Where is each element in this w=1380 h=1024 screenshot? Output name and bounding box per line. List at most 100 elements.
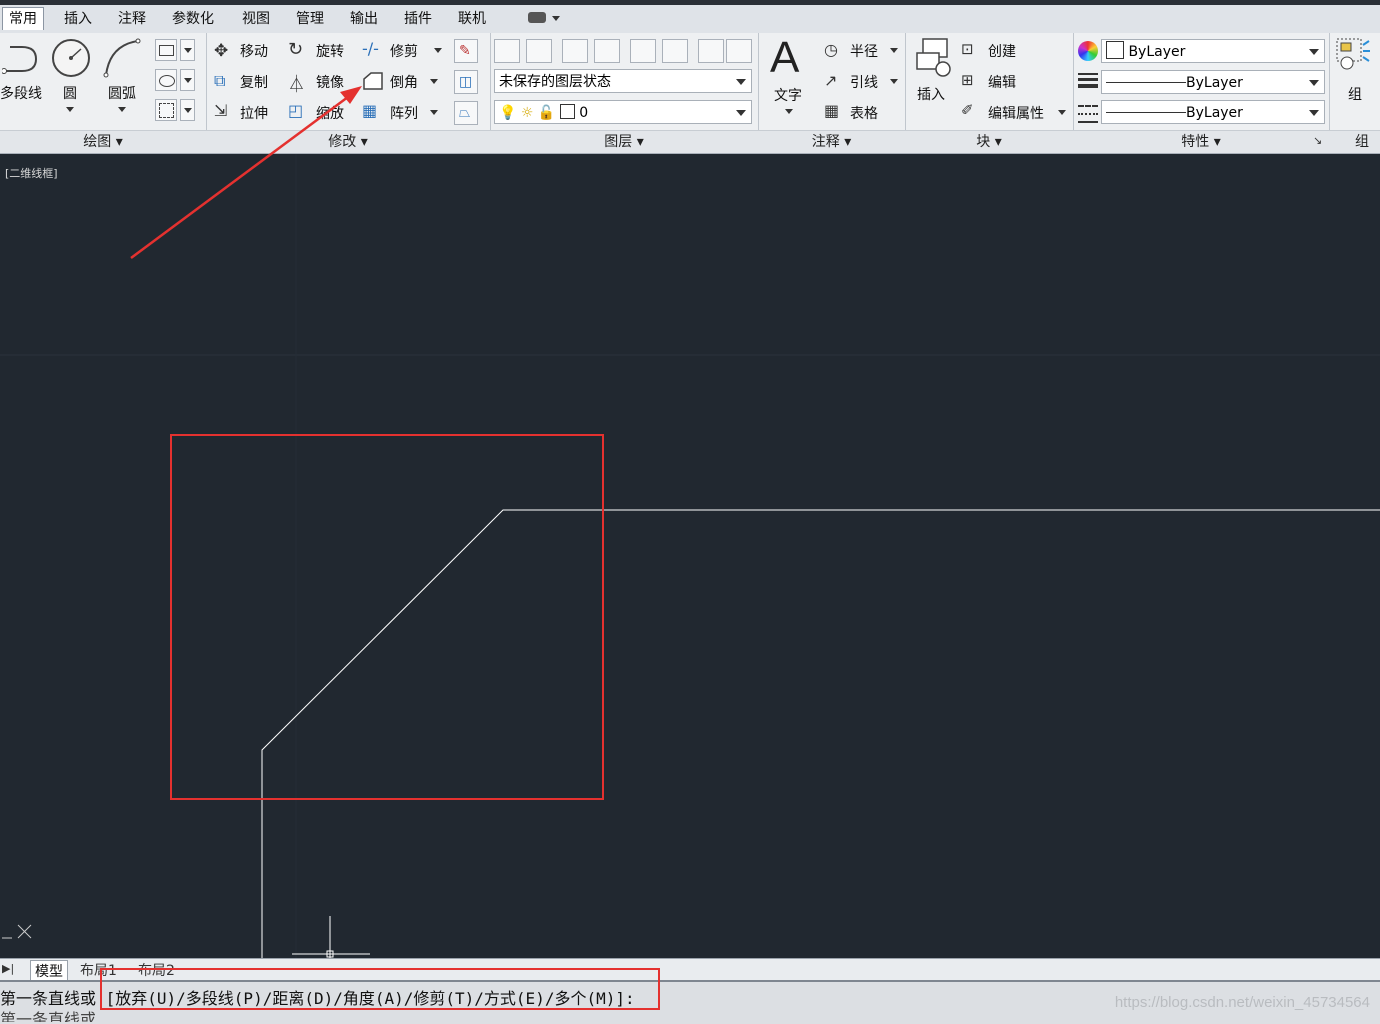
- linetype-icon[interactable]: [1078, 103, 1098, 123]
- draw-panel-title[interactable]: 绘图 ▾: [0, 130, 206, 153]
- leader-button[interactable]: 引线: [850, 72, 878, 92]
- stretch-icon[interactable]: ⇲: [214, 101, 227, 120]
- chevron-down-icon[interactable]: [180, 99, 195, 121]
- layer-previous-icon[interactable]: [662, 39, 688, 63]
- properties-panel-title[interactable]: 特性 ▾: [1073, 130, 1329, 153]
- tab-view[interactable]: 视图: [236, 8, 276, 30]
- create-block-icon[interactable]: ⊡: [961, 40, 974, 58]
- layer-match-icon[interactable]: [630, 39, 656, 63]
- explode-icon[interactable]: ◫: [454, 70, 478, 94]
- linetype-dropdown[interactable]: ByLayer: [1101, 100, 1325, 124]
- chevron-down-icon[interactable]: [180, 39, 195, 61]
- chevron-down-icon[interactable]: [890, 79, 898, 84]
- copy-icon[interactable]: ⧉: [214, 71, 225, 91]
- array-icon[interactable]: ▦: [362, 101, 377, 120]
- color-wheel-icon[interactable]: [1078, 41, 1098, 61]
- tab-plugins[interactable]: 插件: [398, 8, 438, 30]
- stretch-button[interactable]: 拉伸: [240, 103, 268, 123]
- modify-panel-title[interactable]: 修改 ▾: [206, 130, 490, 153]
- chevron-down-icon[interactable]: [785, 109, 793, 114]
- lineweight-dropdown[interactable]: ByLayer: [1101, 70, 1325, 94]
- radius-icon[interactable]: ◷: [824, 40, 838, 59]
- chevron-down-icon[interactable]: [430, 110, 438, 115]
- erase-icon[interactable]: ✎: [454, 39, 478, 63]
- color-dropdown[interactable]: ByLayer: [1101, 39, 1325, 63]
- offset-icon[interactable]: ⏢: [454, 101, 478, 125]
- group-panel-title[interactable]: 组 ▾: [1329, 130, 1380, 172]
- chevron-down-icon[interactable]: [552, 16, 560, 21]
- edit-attributes-button[interactable]: 编辑属性: [988, 103, 1044, 123]
- layer-freeze-icon[interactable]: [698, 39, 724, 63]
- chevron-down-icon[interactable]: [118, 107, 126, 112]
- edit-attributes-icon[interactable]: ✐: [961, 101, 974, 119]
- tab-home[interactable]: 常用: [2, 7, 44, 30]
- array-button[interactable]: 阵列: [390, 103, 418, 123]
- text-icon[interactable]: A: [770, 33, 799, 83]
- chevron-down-icon[interactable]: [430, 79, 438, 84]
- move-icon[interactable]: ✥: [214, 41, 228, 61]
- chevron-down-icon[interactable]: [66, 107, 74, 112]
- dialog-launcher-icon[interactable]: ↘: [1313, 134, 1322, 147]
- polyline-icon[interactable]: [2, 41, 42, 77]
- tab-output[interactable]: 输出: [344, 8, 384, 30]
- group-button[interactable]: 组: [1348, 84, 1362, 104]
- create-block-button[interactable]: 创建: [988, 41, 1016, 61]
- arc-icon[interactable]: [102, 37, 142, 79]
- tab-annotate[interactable]: 注释: [112, 8, 152, 30]
- tab-model[interactable]: 模型: [30, 960, 68, 982]
- layer-unisolate-icon[interactable]: [594, 39, 620, 63]
- layer-panel-title[interactable]: 图层 ▾: [490, 130, 758, 153]
- group-icon[interactable]: [1335, 37, 1371, 77]
- scale-button[interactable]: 缩放: [316, 103, 344, 123]
- boundary-icon[interactable]: [155, 99, 177, 121]
- tab-manage[interactable]: 管理: [290, 8, 330, 30]
- color-swatch: [559, 104, 575, 119]
- table-button[interactable]: 表格: [850, 103, 878, 123]
- chevron-down-icon[interactable]: [1058, 110, 1066, 115]
- layer-off-icon[interactable]: [726, 39, 752, 63]
- insert-block-icon[interactable]: [913, 37, 953, 79]
- leader-icon[interactable]: ↗: [824, 71, 837, 90]
- edit-block-button[interactable]: 编辑: [988, 72, 1016, 92]
- layer-isolate-icon[interactable]: [562, 39, 588, 63]
- move-button[interactable]: 移动: [240, 41, 268, 61]
- chevron-down-icon[interactable]: [434, 48, 442, 53]
- trim-icon[interactable]: -/-: [362, 39, 379, 58]
- lineweight-icon[interactable]: [1078, 71, 1098, 89]
- ribbon-minimize-icon[interactable]: [528, 12, 546, 23]
- circle-icon[interactable]: [50, 37, 92, 79]
- tab-online[interactable]: 联机: [452, 8, 492, 30]
- chevron-down-icon[interactable]: [180, 69, 195, 91]
- tab-insert[interactable]: 插入: [58, 8, 98, 30]
- chamfer-icon[interactable]: [362, 71, 384, 91]
- layer-state-dropdown[interactable]: 未保存的图层状态: [494, 69, 752, 93]
- rotate-button[interactable]: 旋转: [316, 41, 344, 61]
- table-icon[interactable]: ▦: [824, 101, 839, 120]
- tab-nav-icon[interactable]: ▶|: [2, 962, 14, 975]
- drawing-canvas[interactable]: [二维线框]: [0, 154, 1380, 958]
- radius-button[interactable]: 半径: [850, 41, 878, 61]
- text-button[interactable]: 文字: [774, 85, 802, 105]
- mirror-icon[interactable]: ⏃: [288, 70, 305, 95]
- hatch-icon[interactable]: [155, 69, 177, 91]
- circle-button[interactable]: 圆: [63, 83, 77, 103]
- layer-properties-icon[interactable]: [494, 39, 520, 63]
- annotation-panel-title[interactable]: 注释 ▾: [758, 130, 905, 153]
- polyline-button[interactable]: 多段线: [0, 83, 42, 103]
- chevron-down-icon[interactable]: [890, 48, 898, 53]
- arc-button[interactable]: 圆弧: [108, 83, 136, 103]
- draw-panel: 多段线 圆 圆弧 绘图 ▾: [0, 33, 207, 153]
- chamfer-button[interactable]: 倒角: [390, 72, 418, 92]
- tab-parametric[interactable]: 参数化: [166, 8, 220, 30]
- rectangle-icon[interactable]: [155, 39, 177, 61]
- copy-button[interactable]: 复制: [240, 72, 268, 92]
- layer-state-icon[interactable]: [526, 39, 552, 63]
- scale-icon[interactable]: ◰: [288, 101, 303, 120]
- block-panel-title[interactable]: 块 ▾: [905, 130, 1073, 153]
- layer-dropdown[interactable]: 💡 ☼ 🔓 0: [494, 100, 752, 124]
- mirror-button[interactable]: 镜像: [316, 72, 344, 92]
- rotate-icon[interactable]: ↻: [288, 39, 303, 60]
- insert-block-button[interactable]: 插入: [917, 84, 945, 104]
- trim-button[interactable]: 修剪: [390, 41, 418, 61]
- edit-block-icon[interactable]: ⊞: [961, 71, 974, 89]
